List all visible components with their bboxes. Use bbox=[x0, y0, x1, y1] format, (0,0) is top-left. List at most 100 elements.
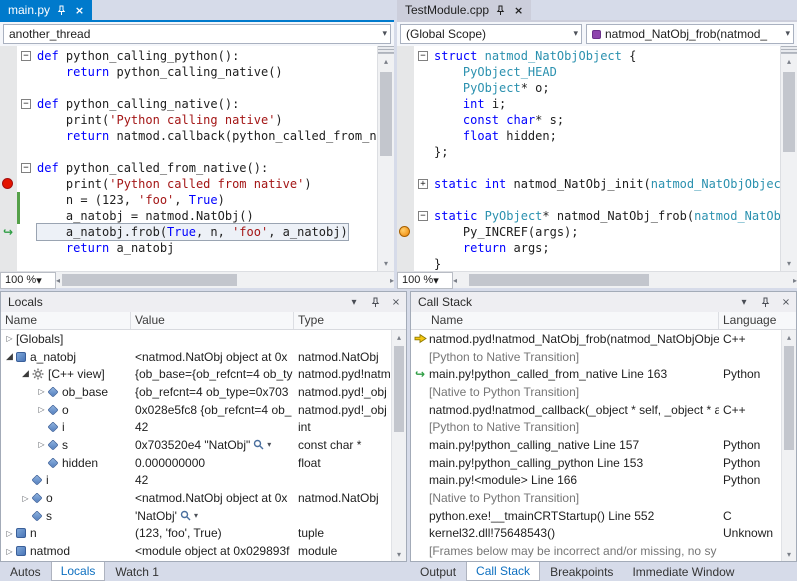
scroll-up-button[interactable]: ▴ bbox=[378, 54, 394, 69]
tool-tab-locals[interactable]: Locals bbox=[51, 562, 106, 581]
scrollbar-thumb[interactable] bbox=[62, 274, 237, 286]
scrollbar-thumb[interactable] bbox=[380, 72, 392, 156]
scrollbar-thumb[interactable] bbox=[784, 346, 794, 450]
close-icon[interactable]: × bbox=[73, 4, 86, 17]
locals-row[interactable]: ▷n(123, 'foo', True)tuple bbox=[1, 525, 406, 543]
pin-icon[interactable] bbox=[55, 4, 68, 17]
callstack-annotation-row[interactable]: [Python to Native Transition] bbox=[411, 348, 796, 366]
scroll-up-button[interactable]: ▴ bbox=[782, 330, 796, 344]
locals-row[interactable]: ◢[C++ view]{ob_base={ob_refcnt=4 ob_tyna… bbox=[1, 365, 406, 383]
scroll-down-button[interactable]: ▾ bbox=[392, 547, 406, 561]
scroll-up-button[interactable]: ▴ bbox=[392, 330, 406, 344]
code-line[interactable]: a_natobj = natmod.NatObj() bbox=[0, 208, 377, 224]
code-editor-main-py[interactable]: −def python_calling_python(): return pyt… bbox=[0, 46, 394, 271]
code-line[interactable]: return natmod.callback(python_called_fro… bbox=[0, 128, 377, 144]
magnifier-dropdown-icon[interactable]: ▾ bbox=[267, 440, 271, 449]
magnifier-icon[interactable] bbox=[253, 439, 264, 450]
zoom-dropdown[interactable]: 100 % ▾ bbox=[0, 272, 56, 289]
code-line[interactable]: −struct natmod_NatObjObject { bbox=[397, 48, 780, 64]
callstack-frame-row[interactable]: ↪main.py!python_called_from_native Line … bbox=[411, 365, 796, 383]
callstack-frame-row[interactable]: main.py!<module> Line 166Python bbox=[411, 472, 796, 490]
fold-toggle-icon[interactable]: − bbox=[21, 51, 31, 61]
scroll-up-button[interactable]: ▴ bbox=[781, 54, 797, 69]
code-line[interactable] bbox=[0, 80, 377, 96]
locals-row[interactable]: i42 bbox=[1, 472, 406, 490]
code-line[interactable]: ↪ a_natobj.frob(True, n, 'foo', a_natobj… bbox=[0, 224, 377, 240]
callstack-frame-row[interactable]: main.py!python_calling_python Line 153Py… bbox=[411, 454, 796, 472]
code-line[interactable]: −static PyObject* natmod_NatObj_frob(nat… bbox=[397, 208, 780, 224]
horizontal-scrollbar[interactable]: 100 % ▾ ◂ ▸ bbox=[397, 271, 797, 288]
scrollbar-track[interactable] bbox=[60, 272, 390, 288]
column-header-name[interactable]: Name bbox=[411, 312, 719, 329]
magnifier-dropdown-icon[interactable]: ▾ bbox=[194, 511, 198, 520]
locals-row[interactable]: ▷s0x703520e4 "NatObj"▾const char * bbox=[1, 436, 406, 454]
code-line[interactable]: return python_calling_native() bbox=[0, 64, 377, 80]
code-line[interactable] bbox=[397, 192, 780, 208]
expander-collapsed-icon[interactable]: ▷ bbox=[35, 440, 48, 449]
expander-collapsed-icon[interactable]: ▷ bbox=[19, 494, 32, 503]
scrollbar-thumb[interactable] bbox=[394, 346, 404, 432]
horizontal-scrollbar[interactable]: 100 % ▾ ◂ ▸ bbox=[0, 271, 394, 288]
expander-expanded-icon[interactable]: ◢ bbox=[19, 369, 32, 379]
callstack-frame-row[interactable]: natmod.pyd!natmod_NatObj_frob(natmod_Nat… bbox=[411, 330, 796, 348]
scope-dropdown[interactable]: (Global Scope) ▾ bbox=[400, 24, 582, 44]
code-line[interactable]: int i; bbox=[397, 96, 780, 112]
code-line[interactable]: PyObject_HEAD bbox=[397, 64, 780, 80]
code-line[interactable]: print('Python calling native') bbox=[0, 112, 377, 128]
code-line[interactable]: print('Python called from native') bbox=[0, 176, 377, 192]
column-header-type[interactable]: Type bbox=[294, 312, 406, 329]
column-header-value[interactable]: Value bbox=[131, 312, 294, 329]
column-header-name[interactable]: Name bbox=[1, 312, 131, 329]
magnifier-icon[interactable] bbox=[180, 510, 191, 521]
vertical-scrollbar[interactable]: ▴ ▾ bbox=[780, 46, 797, 271]
callstack-annotation-row[interactable]: [Native to Python Transition] bbox=[411, 489, 796, 507]
member-dropdown[interactable]: natmod_NatObj_frob(natmod_ ▾ bbox=[586, 24, 794, 44]
breakpoint-icon[interactable] bbox=[2, 178, 13, 189]
callstack-annotation-row[interactable]: [Native to Python Transition] bbox=[411, 383, 796, 401]
scroll-down-button[interactable]: ▾ bbox=[782, 547, 796, 561]
locals-row[interactable]: s'NatObj'▾ bbox=[1, 507, 406, 525]
scroll-right-button[interactable]: ▸ bbox=[793, 273, 797, 288]
vertical-scrollbar[interactable]: ▴ ▾ bbox=[377, 46, 394, 271]
tool-tab-breakpoints[interactable]: Breakpoints bbox=[541, 562, 622, 581]
locals-row[interactable]: i42int bbox=[1, 418, 406, 436]
code-line[interactable]: } bbox=[397, 256, 780, 271]
tool-tab-call-stack[interactable]: Call Stack bbox=[466, 562, 540, 581]
expander-collapsed-icon[interactable]: ▷ bbox=[3, 334, 16, 343]
callstack-frame-row[interactable]: python.exe!__tmainCRTStartup() Line 552C bbox=[411, 507, 796, 525]
locals-row[interactable]: ▷ob_base{ob_refcnt=4 ob_type=0x703natmod… bbox=[1, 383, 406, 401]
zoom-dropdown[interactable]: 100 % ▾ bbox=[397, 272, 453, 289]
expander-expanded-icon[interactable]: ◢ bbox=[3, 352, 16, 362]
code-line[interactable] bbox=[397, 160, 780, 176]
code-line[interactable] bbox=[0, 256, 377, 271]
splitter-handle[interactable] bbox=[781, 46, 797, 54]
code-line[interactable]: PyObject* o; bbox=[397, 80, 780, 96]
locals-row[interactable]: ▷o0x028e5fc8 {ob_refcnt=4 ob_natmod.pyd!… bbox=[1, 401, 406, 419]
scroll-down-button[interactable]: ▾ bbox=[781, 256, 797, 271]
locals-row[interactable]: ◢a_natobj<natmod.NatObj object at 0xnatm… bbox=[1, 348, 406, 366]
scrollbar-thumb[interactable] bbox=[469, 274, 649, 286]
locals-row[interactable]: ▷[Globals] bbox=[1, 330, 406, 348]
code-line[interactable]: const char* s; bbox=[397, 112, 780, 128]
locals-row[interactable]: ▷natmod<module object at 0x029893fmodule bbox=[1, 542, 406, 560]
code-line[interactable]: return args; bbox=[397, 240, 780, 256]
code-line[interactable] bbox=[0, 144, 377, 160]
locals-titlebar[interactable]: Locals ▾ × bbox=[1, 292, 406, 312]
callstack-frame-row[interactable]: main.py!python_calling_native Line 157Py… bbox=[411, 436, 796, 454]
code-line[interactable]: }; bbox=[397, 144, 780, 160]
scroll-right-button[interactable]: ▸ bbox=[390, 273, 394, 288]
locals-row[interactable]: ▷o<natmod.NatObj object at 0xnatmod.NatO… bbox=[1, 489, 406, 507]
code-line[interactable]: Py_INCREF(args); bbox=[397, 224, 780, 240]
window-menu-icon[interactable]: ▾ bbox=[738, 297, 750, 308]
code-line[interactable]: −def python_calling_python(): bbox=[0, 48, 377, 64]
tool-tab-watch-1[interactable]: Watch 1 bbox=[106, 562, 168, 581]
locals-row[interactable]: hidden0.000000000float bbox=[1, 454, 406, 472]
tool-tab-autos[interactable]: Autos bbox=[1, 562, 50, 581]
scrollbar-track[interactable] bbox=[457, 272, 793, 288]
code-line[interactable]: return a_natobj bbox=[0, 240, 377, 256]
vertical-scrollbar[interactable]: ▴ ▾ bbox=[781, 330, 796, 561]
fold-toggle-icon[interactable]: + bbox=[418, 179, 428, 189]
code-line[interactable]: n = (123, 'foo', True) bbox=[0, 192, 377, 208]
callstack-frame-row[interactable]: natmod.pyd!natmod_callback(_object * sel… bbox=[411, 401, 796, 419]
pin-icon[interactable] bbox=[759, 297, 771, 308]
